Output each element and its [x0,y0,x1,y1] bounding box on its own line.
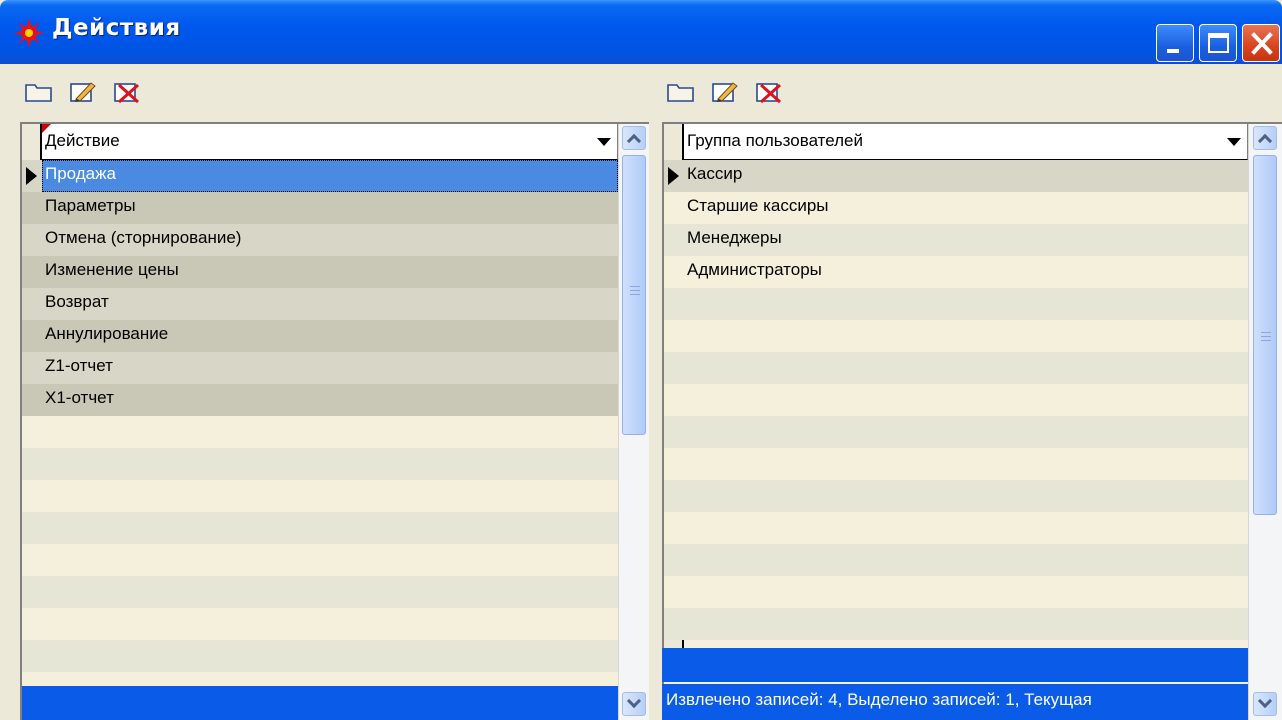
grip-line [1261,336,1271,337]
table-row[interactable]: Аннулирование [22,320,618,352]
grip-line [630,294,640,295]
status-text: Извлечено записей: 4, Выделено записей: … [666,690,1092,709]
group-footer-bar [662,648,1248,682]
empty-row [664,608,1248,640]
folder-icon[interactable] [24,80,54,104]
empty-row [22,640,618,672]
delete-icon[interactable] [754,80,784,104]
empty-row [22,672,618,686]
column-header-label: Действие [45,131,120,150]
scroll-down-button[interactable] [622,692,646,716]
edit-icon[interactable] [710,80,740,104]
chevron-up-icon [626,133,642,149]
table-cell[interactable]: Кассир [687,164,742,183]
table-row[interactable]: Отмена (сторнирование) [22,224,618,256]
actions-rows: Продажа Параметры Отмена (сторнирование)… [22,160,618,686]
table-row[interactable]: Менеджеры [664,224,1248,256]
grip-line [1261,332,1271,333]
chevron-down-icon [1257,693,1273,709]
user-groups-rows: Кассир Старшие кассиры Менеджеры Админис… [664,160,1248,648]
actions-grid[interactable]: Действие Продажа Параметры Отмена (сторн… [20,122,649,720]
maximize-button[interactable] [1199,24,1237,62]
empty-row [22,544,618,576]
delete-icon[interactable] [112,80,142,104]
scroll-down-button[interactable] [1253,692,1277,716]
user-groups-toolbar [654,64,1282,122]
empty-row [664,320,1248,352]
empty-row [664,544,1248,576]
table-row[interactable]: X1-отчет [22,384,618,416]
actions-status-bar [22,686,618,720]
user-groups-status-bar: Извлечено записей: 4, Выделено записей: … [662,684,1248,720]
table-row[interactable]: Кассир [664,160,1248,192]
user-groups-grid[interactable]: Группа пользователей Кассир Старшие касс… [662,122,1282,720]
app-icon [14,18,44,48]
scroll-thumb[interactable] [1253,155,1277,515]
empty-row [664,576,1248,608]
folder-icon[interactable] [666,80,696,104]
scroll-thumb[interactable] [622,155,646,435]
table-row[interactable]: Старшие кассиры [664,192,1248,224]
empty-row [664,384,1248,416]
column-header-label: Группа пользователей [687,131,864,150]
actions-pane: Действие Продажа Параметры Отмена (сторн… [0,64,654,720]
sort-corner-icon [42,124,51,133]
grip-line [1261,340,1271,341]
grip-line [630,290,640,291]
table-row[interactable]: Z1-отчет [22,352,618,384]
user-groups-scrollbar[interactable] [1248,124,1282,720]
table-row[interactable]: Продажа [22,160,618,192]
edit-icon[interactable] [68,80,98,104]
column-header-action[interactable]: Действие [42,124,618,160]
actions-window: Действия Действие Продажа Параметры Отме… [0,0,1282,720]
table-row[interactable]: Изменение цены [22,256,618,288]
empty-row [22,480,618,512]
title-bar[interactable]: Действия [0,0,1282,64]
table-row[interactable]: Администраторы [664,256,1248,288]
actions-toolbar [0,64,654,122]
empty-row [22,416,618,448]
close-icon [1251,32,1273,55]
table-cell[interactable]: Продажа [42,160,618,192]
empty-row [22,512,618,544]
empty-row [664,512,1248,544]
grip-line [630,286,640,287]
chevron-up-icon [1257,133,1273,149]
maximize-icon [1208,33,1229,53]
empty-row [664,288,1248,320]
empty-row [22,608,618,640]
current-row-marker-icon [668,167,679,185]
current-row-marker-icon [26,167,37,185]
empty-row [664,480,1248,512]
minimize-button[interactable] [1156,24,1194,62]
empty-row [664,448,1248,480]
table-row[interactable]: Возврат [22,288,618,320]
minimize-icon [1167,49,1179,53]
empty-row [22,448,618,480]
empty-row [664,352,1248,384]
actions-scrollbar[interactable] [618,124,649,720]
scroll-up-button[interactable] [1253,126,1277,150]
table-row[interactable]: Параметры [22,192,618,224]
close-button[interactable] [1242,24,1280,62]
dropdown-arrow-icon[interactable] [1227,138,1241,146]
window-title: Действия [52,15,181,41]
chevron-down-icon [626,693,642,709]
dropdown-arrow-icon[interactable] [597,138,611,146]
column-header-user-group[interactable]: Группа пользователей [684,124,1248,160]
user-groups-pane: Группа пользователей Кассир Старшие касс… [654,64,1282,720]
empty-row [22,576,618,608]
empty-row [664,416,1248,448]
scroll-up-button[interactable] [622,126,646,150]
